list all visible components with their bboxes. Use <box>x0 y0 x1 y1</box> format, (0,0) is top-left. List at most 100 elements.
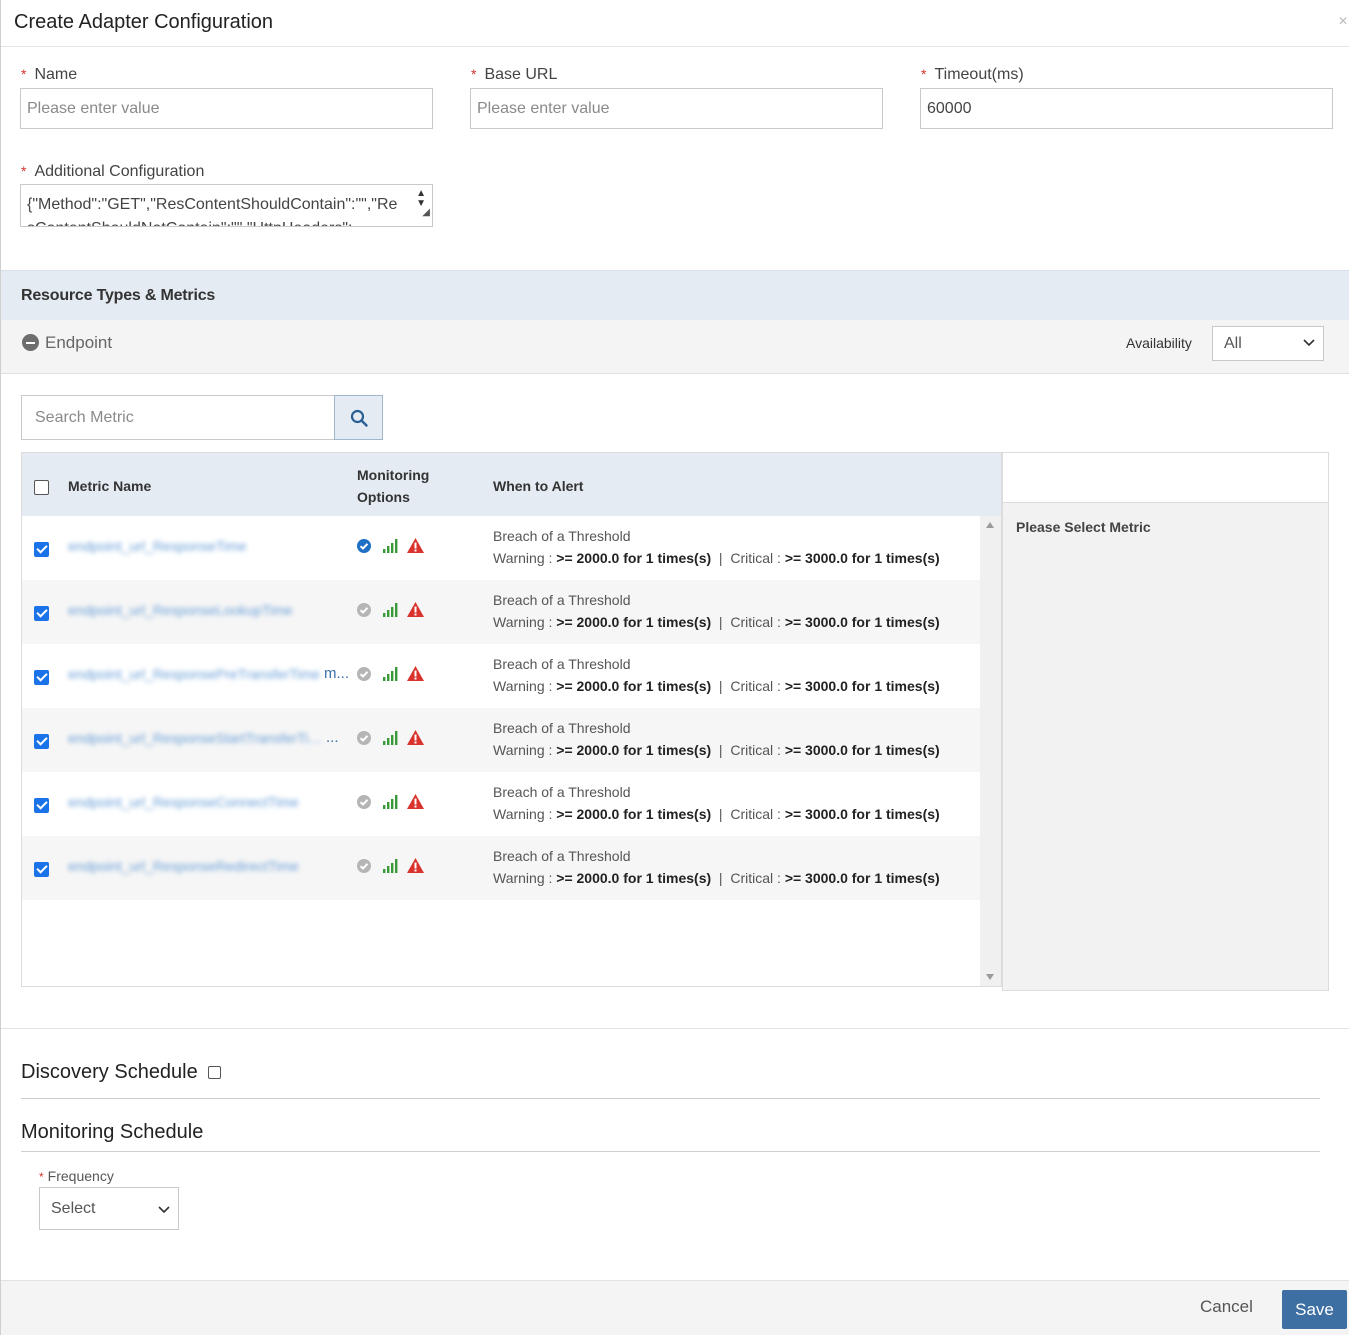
metric-name-ellipsis: m... <box>324 665 349 682</box>
grid-header: Metric Name Monitoring Options When to A… <box>22 453 1001 516</box>
warning-triangle-icon[interactable] <box>406 857 425 874</box>
discovery-divider <box>21 1098 1320 1099</box>
scroll-up-arrow-icon[interactable] <box>986 522 994 528</box>
check-circle-icon[interactable] <box>356 730 372 746</box>
chevron-down-icon <box>158 1206 170 1214</box>
discovery-schedule-title: Discovery Schedule <box>21 1061 198 1083</box>
alert-type: Breach of a Threshold <box>493 592 631 608</box>
chevron-down-icon <box>1303 339 1315 347</box>
additional-config-textarea[interactable]: {"Method":"GET","ResContentShouldContain… <box>20 184 433 227</box>
critical-threshold: >= 3000.0 for 1 times(s) <box>784 742 940 758</box>
warning-triangle-icon[interactable] <box>406 793 425 810</box>
signal-bars-icon[interactable] <box>382 538 398 554</box>
resource-types-section-header: Resource Types & Metrics <box>1 270 1349 320</box>
frequency-select[interactable]: Select <box>39 1187 179 1230</box>
metric-name-link[interactable]: endpoint_url_ResponsePreTransferTime <box>68 666 324 682</box>
additional-config-value: {"Method":"GET","ResContentShouldContain… <box>27 196 398 226</box>
cancel-button[interactable]: Cancel <box>1200 1297 1253 1317</box>
table-row[interactable]: endpoint_url_ResponseConnectTime Breach o… <box>22 772 980 836</box>
availability-select[interactable]: All <box>1212 326 1324 361</box>
metric-search <box>21 395 383 440</box>
dialog-title: Create Adapter Configuration <box>14 11 274 33</box>
detail-message: Please Select Metric <box>1016 519 1151 535</box>
table-row[interactable]: endpoint_url_ResponsePreTransferTime m...… <box>22 644 980 708</box>
select-all-checkbox[interactable] <box>34 480 49 495</box>
critical-threshold: >= 3000.0 for 1 times(s) <box>784 550 940 566</box>
alert-type: Breach of a Threshold <box>493 656 631 672</box>
search-metric-input[interactable] <box>21 395 335 440</box>
check-circle-icon[interactable] <box>356 794 372 810</box>
alert-type: Breach of a Threshold <box>493 720 631 736</box>
signal-bars-icon[interactable] <box>382 794 398 810</box>
frequency-label: * Frequency <box>39 1168 114 1184</box>
warning-triangle-icon[interactable] <box>406 665 425 682</box>
warning-threshold: >= 2000.0 for 1 times(s) <box>556 870 712 886</box>
check-circle-icon[interactable] <box>356 858 372 874</box>
check-circle-icon[interactable] <box>356 538 372 554</box>
warning-threshold: >= 2000.0 for 1 times(s) <box>556 550 712 566</box>
scroll-down-arrow-icon[interactable] <box>986 974 994 980</box>
discovery-schedule-checkbox[interactable] <box>208 1066 221 1079</box>
resource-types-title: Resource Types & Metrics <box>21 287 216 304</box>
metric-name-link[interactable]: endpoint_url_ResponseConnectTime <box>68 794 324 810</box>
base-url-input[interactable] <box>470 88 883 129</box>
metrics-grid: Metric Name Monitoring Options When to A… <box>21 452 1002 987</box>
col-when-to-alert: When to Alert <box>493 478 584 494</box>
monitoring-divider <box>21 1151 1320 1152</box>
signal-bars-icon[interactable] <box>382 666 398 682</box>
row-checkbox[interactable] <box>34 798 49 813</box>
critical-threshold: >= 3000.0 for 1 times(s) <box>784 614 940 630</box>
table-row[interactable]: endpoint_url_ResponseTime Breach of a Thr… <box>22 516 980 580</box>
availability-value: All <box>1224 335 1242 352</box>
check-circle-icon[interactable] <box>356 666 372 682</box>
metric-name-link[interactable]: endpoint_url_ResponseTime <box>68 538 324 554</box>
availability-label: Availability <box>1126 335 1192 351</box>
monitoring-options <box>356 857 426 875</box>
search-button[interactable] <box>334 395 383 440</box>
signal-bars-icon[interactable] <box>382 730 398 746</box>
name-label: * Name <box>21 66 78 83</box>
warning-triangle-icon[interactable] <box>406 729 425 746</box>
monitoring-options <box>356 601 426 619</box>
col-monitoring-options: Monitoring Options <box>357 467 430 505</box>
row-checkbox[interactable] <box>34 734 49 749</box>
grid-scrollbar[interactable] <box>980 516 1001 986</box>
timeout-label: * Timeout(ms) <box>921 66 1024 83</box>
alert-thresholds: Warning : >= 2000.0 for 1 times(s) | Cri… <box>493 550 940 566</box>
alert-type: Breach of a Threshold <box>493 848 631 864</box>
table-row[interactable]: endpoint_url_ResponseLookupTime Breach of… <box>22 580 980 644</box>
warning-triangle-icon[interactable] <box>406 601 425 618</box>
alert-thresholds: Warning : >= 2000.0 for 1 times(s) | Cri… <box>493 614 940 630</box>
row-checkbox[interactable] <box>34 606 49 621</box>
monitoring-options <box>356 729 426 747</box>
section-divider <box>1 1028 1349 1029</box>
endpoint-bar: Endpoint Availability All <box>1 320 1349 374</box>
alert-thresholds: Warning : >= 2000.0 for 1 times(s) | Cri… <box>493 742 940 758</box>
close-icon[interactable]: ✕ <box>1338 14 1348 28</box>
timeout-input[interactable] <box>920 88 1333 129</box>
save-button[interactable]: Save <box>1282 1290 1347 1329</box>
warning-threshold: >= 2000.0 for 1 times(s) <box>556 678 712 694</box>
name-input[interactable] <box>20 88 433 129</box>
critical-threshold: >= 3000.0 for 1 times(s) <box>784 806 940 822</box>
warning-threshold: >= 2000.0 for 1 times(s) <box>556 614 712 630</box>
resize-grip-icon[interactable]: ◢ <box>422 201 430 225</box>
signal-bars-icon[interactable] <box>382 602 398 618</box>
table-row[interactable]: endpoint_url_ResponseRedirectTime Breach … <box>22 836 980 900</box>
metric-name-link[interactable]: endpoint_url_ResponseRedirectTime <box>68 858 324 874</box>
endpoint-label[interactable]: Endpoint <box>45 333 112 353</box>
alert-thresholds: Warning : >= 2000.0 for 1 times(s) | Cri… <box>493 678 940 694</box>
table-row[interactable]: endpoint_url_ResponseStartTransferTime..… <box>22 708 980 772</box>
row-checkbox[interactable] <box>34 670 49 685</box>
check-circle-icon[interactable] <box>356 602 372 618</box>
collapse-minus-icon[interactable] <box>22 334 39 351</box>
warning-triangle-icon[interactable] <box>406 537 425 554</box>
create-adapter-dialog: Create Adapter Configuration ✕ *Name *Ba… <box>0 0 1349 1335</box>
row-checkbox[interactable] <box>34 862 49 877</box>
metric-name-link[interactable]: endpoint_url_ResponseStartTransferTime <box>68 730 324 746</box>
metric-name-link[interactable]: endpoint_url_ResponseLookupTime <box>68 602 324 618</box>
warning-threshold: >= 2000.0 for 1 times(s) <box>556 806 712 822</box>
row-checkbox[interactable] <box>34 542 49 557</box>
signal-bars-icon[interactable] <box>382 858 398 874</box>
critical-threshold: >= 3000.0 for 1 times(s) <box>784 678 940 694</box>
